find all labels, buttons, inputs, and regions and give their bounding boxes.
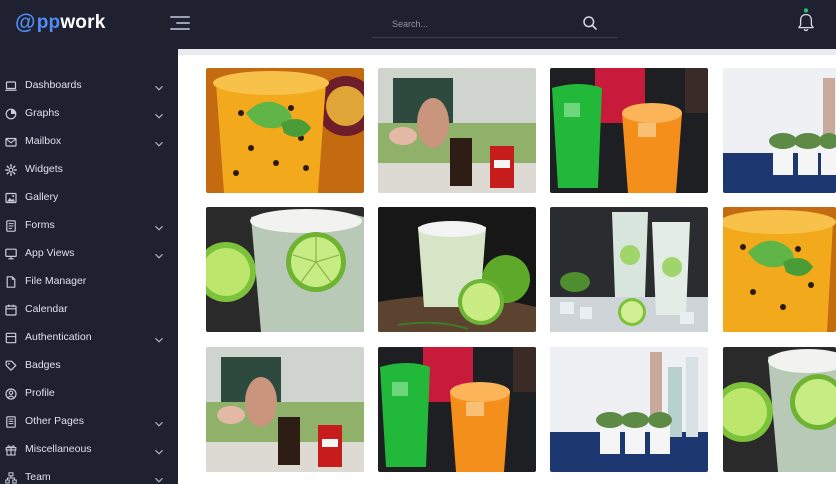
- sidebar-item-calendar[interactable]: Calendar: [0, 295, 178, 323]
- search-input[interactable]: [392, 15, 582, 33]
- sidebar-item-file-manager[interactable]: File Manager: [0, 267, 178, 295]
- sidebar-item-label: Miscellaneous: [25, 443, 92, 455]
- gallery-content: [178, 49, 836, 484]
- chevron-down-icon: [154, 444, 164, 455]
- sidebar-item-label: Other Pages: [25, 415, 84, 427]
- gallery-image-lime-cocktail[interactable]: [378, 207, 536, 332]
- profile-icon: [5, 387, 17, 400]
- team-icon: [5, 471, 17, 484]
- sidebar-item-label: Graphs: [25, 107, 60, 119]
- sidebar-item-miscellaneous[interactable]: Miscellaneous: [0, 435, 178, 463]
- gallery-image-colorful-drinks[interactable]: [550, 68, 708, 193]
- brand-logo[interactable]: @ pp work: [15, 10, 105, 36]
- chevron-down-icon: [154, 136, 164, 147]
- sidebar-item-label: Widgets: [25, 163, 63, 175]
- sidebar-item-label: Calendar: [25, 303, 68, 315]
- sidebar-item-forms[interactable]: Forms: [0, 211, 178, 239]
- gallery-image-lime-glass[interactable]: [206, 207, 364, 332]
- gallery-image-bottles-herbs[interactable]: [550, 347, 708, 472]
- sidebar-item-graphs[interactable]: Graphs: [0, 99, 178, 127]
- gallery-image-ice-drinks[interactable]: [550, 207, 708, 332]
- notification-bell-icon[interactable]: [796, 8, 816, 34]
- lock-icon: [5, 331, 17, 344]
- gallery-image-picnic-cola[interactable]: [206, 347, 364, 472]
- sidebar-item-label: Team: [25, 471, 51, 483]
- form-icon: [5, 219, 17, 232]
- chevron-down-icon: [154, 108, 164, 119]
- gift-icon: [5, 443, 17, 456]
- sidebar-item-mailbox[interactable]: Mailbox: [0, 127, 178, 155]
- sidebar-item-label: File Manager: [25, 275, 87, 287]
- sidebar-item-other-pages[interactable]: Other Pages: [0, 407, 178, 435]
- chevron-down-icon: [154, 332, 164, 343]
- mail-icon: [5, 135, 17, 147]
- search-icon[interactable]: [582, 15, 598, 31]
- gallery-image-colorful-drinks[interactable]: [378, 347, 536, 472]
- sidebar-item-dashboards[interactable]: Dashboards: [0, 71, 178, 99]
- calendar-icon: [5, 303, 17, 316]
- gallery-image-passion-fruit-drink[interactable]: [723, 207, 836, 332]
- monitor-icon: [5, 247, 17, 260]
- sidebar-item-widgets[interactable]: Widgets: [0, 155, 178, 183]
- image-icon: [5, 191, 17, 204]
- sidebar-item-label: Gallery: [25, 191, 59, 203]
- laptop-icon: [5, 79, 17, 91]
- gallery-image-lime-glass[interactable]: [723, 347, 836, 472]
- badge-icon: [5, 359, 17, 371]
- chevron-down-icon: [154, 472, 164, 483]
- content-header-strip: [178, 49, 836, 55]
- pages-icon: [5, 415, 17, 428]
- chevron-down-icon: [154, 220, 164, 231]
- gallery-image-passion-fruit-drink[interactable]: [206, 68, 364, 193]
- sidebar-item-app-views[interactable]: App Views: [0, 239, 178, 267]
- sidebar-item-label: Profile: [25, 387, 55, 399]
- gallery-image-bottles-herbs[interactable]: [723, 68, 836, 193]
- sidebar-item-label: Authentication: [25, 331, 92, 343]
- sidebar: Dashboards Graphs Mailbox Widgets Galler…: [0, 49, 178, 484]
- menu-toggle-icon[interactable]: [170, 16, 190, 30]
- sidebar-item-label: Badges: [25, 359, 61, 371]
- gallery-image-picnic-cola[interactable]: [378, 68, 536, 193]
- pie-chart-icon: [5, 107, 17, 120]
- file-icon: [5, 275, 17, 288]
- brand-logo-pp: pp: [36, 12, 61, 33]
- sidebar-item-badges[interactable]: Badges: [0, 351, 178, 379]
- sidebar-item-profile[interactable]: Profile: [0, 379, 178, 407]
- sidebar-item-team[interactable]: Team: [0, 463, 178, 484]
- chevron-down-icon: [154, 248, 164, 259]
- brand-logo-rest: work: [60, 12, 106, 33]
- sidebar-item-label: Mailbox: [25, 135, 62, 147]
- sidebar-item-label: Dashboards: [25, 79, 82, 91]
- sidebar-item-label: Forms: [25, 219, 55, 231]
- chevron-down-icon: [154, 416, 164, 427]
- chevron-down-icon: [154, 80, 164, 91]
- sidebar-item-gallery[interactable]: Gallery: [0, 183, 178, 211]
- top-navbar: @ pp work: [0, 0, 836, 49]
- notification-dot: [803, 8, 809, 13]
- sidebar-item-label: App Views: [25, 247, 75, 259]
- brand-logo-at: @: [15, 11, 36, 34]
- gear-icon: [5, 163, 17, 176]
- search-bar: [372, 10, 618, 38]
- sidebar-item-authentication[interactable]: Authentication: [0, 323, 178, 351]
